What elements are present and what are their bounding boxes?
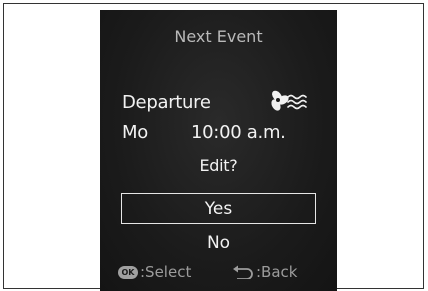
event-day: Mo [122,122,148,143]
select-hint: OK :Select [118,263,191,281]
display-screen: Next Event Departure Mo 10:00 a.m. Edit?… [100,10,337,291]
screen-title: Next Event [174,27,263,46]
back-hint: :Back [232,263,297,281]
fan-icon [271,90,307,111]
ok-button-icon: OK [118,265,138,279]
edit-prompt: Edit? [199,156,238,175]
no-option-label: No [206,232,231,253]
back-arrow-icon [233,265,253,279]
yes-option[interactable]: Yes [121,193,316,224]
yes-option-label: Yes [204,198,233,219]
back-hint-label: :Back [256,263,298,281]
event-time: 10:00 a.m. [191,122,286,143]
select-hint-label: :Select [140,263,192,281]
event-name: Departure [122,92,211,113]
no-option[interactable]: No [121,227,316,258]
